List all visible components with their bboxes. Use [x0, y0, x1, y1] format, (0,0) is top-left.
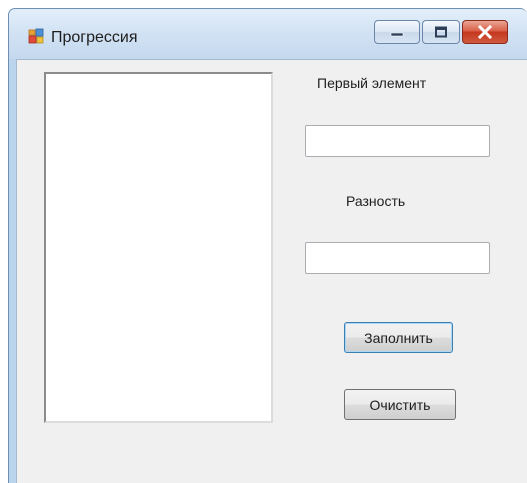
- minimize-icon: [390, 32, 404, 37]
- app-form-icon: [28, 28, 44, 44]
- maximize-button[interactable]: [422, 20, 460, 44]
- close-button[interactable]: [462, 20, 508, 44]
- difference-label: Разность: [346, 193, 406, 209]
- first-element-field[interactable]: [305, 125, 490, 157]
- maximize-icon: [435, 26, 447, 38]
- progression-listbox[interactable]: [44, 72, 273, 423]
- close-icon: [477, 25, 493, 39]
- app-window: Прогрессия Первый элемент Разность Запол…: [8, 8, 527, 483]
- title-bar[interactable]: Прогрессия: [9, 9, 527, 59]
- window-title: Прогрессия: [51, 29, 138, 46]
- clear-button[interactable]: Очистить: [344, 389, 456, 420]
- minimize-button[interactable]: [374, 20, 420, 44]
- first-element-label: Первый элемент: [317, 75, 427, 91]
- fill-button[interactable]: Заполнить: [344, 322, 453, 353]
- form-client-area: Первый элемент Разность Заполнить Очисти…: [16, 59, 527, 483]
- difference-field[interactable]: [305, 242, 490, 274]
